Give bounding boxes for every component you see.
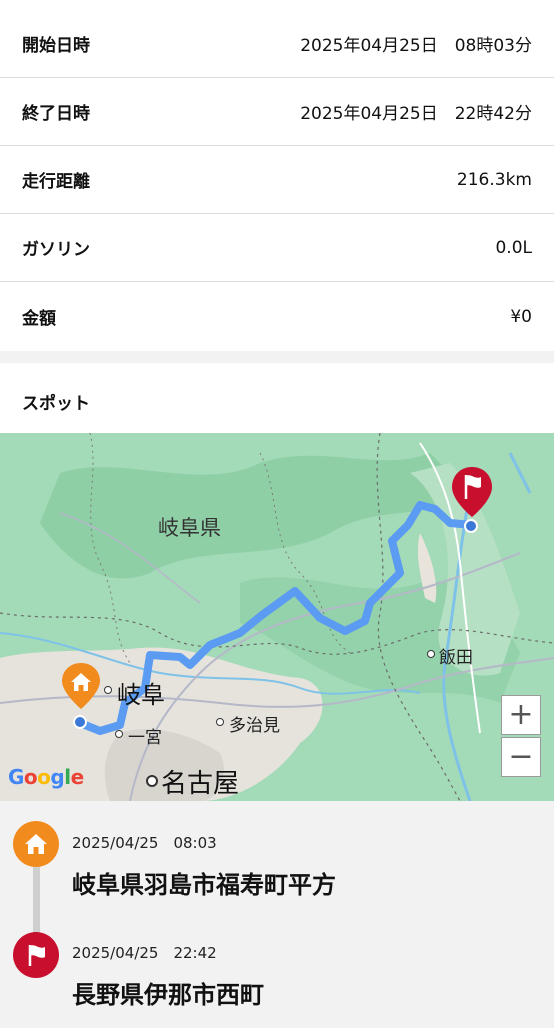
info-label: 終了日時 [22,104,90,124]
city-dot-icon [427,650,435,658]
map-label-gifu-city: 岐阜 [117,681,165,709]
city-dot-icon [146,775,158,787]
map-label-tajimi: 多治見 [229,716,280,736]
route-map[interactable]: 岐阜県 岐阜 一宮 多治見 名古屋 飯田 + − Google [0,433,554,801]
spot-timeline: 2025/04/25 08:03 岐阜県羽島市福寿町平方 2025/04/25 … [0,801,554,1028]
info-label: ガソリン [22,240,90,260]
info-row-amount: 金額 ¥0 [0,282,554,351]
map-label-ichinomiya: 一宮 [128,728,162,748]
timeline-date: 2025/04/25 22:42 [72,944,217,962]
map-label-gifu-prefecture: 岐阜県 [158,516,221,540]
city-dot-icon [104,686,112,694]
timeline-address: 長野県伊那市西町 [72,981,264,1009]
timeline-home-icon [13,821,59,867]
info-row-distance: 走行距離 216.3km [0,146,554,214]
spot-section-title: スポット [22,393,90,414]
info-row-gasoline: ガソリン 0.0L [0,214,554,282]
info-row-end-time: 終了日時 2025年04月25日 22時42分 [0,78,554,146]
info-value: 0.0L [495,237,532,258]
route-end-point [464,519,478,533]
info-label: 走行距離 [22,172,90,192]
info-row-start-time: 開始日時 2025年04月25日 08時03分 [0,0,554,78]
info-value: 2025年04月25日 22時42分 [300,104,532,124]
info-label: 金額 [22,309,56,329]
city-dot-icon [216,718,224,726]
timeline-flag-icon [13,932,59,978]
timeline-date: 2025/04/25 08:03 [72,834,217,852]
section-divider [0,351,554,363]
start-home-marker-icon[interactable] [60,661,102,721]
zoom-out-button[interactable]: − [501,737,541,777]
trip-info: 開始日時 2025年04月25日 08時03分 終了日時 2025年04月25日… [0,0,554,351]
info-value: 216.3km [456,169,532,190]
info-label: 開始日時 [22,36,90,56]
map-label-nagoya: 名古屋 [161,769,240,799]
city-dot-icon [115,730,123,738]
zoom-in-button[interactable]: + [501,695,541,735]
route-start-point [73,715,87,729]
timeline-address: 岐阜県羽島市福寿町平方 [72,871,336,899]
spot-section-header: スポット [0,363,554,433]
info-value: ¥0 [510,306,532,327]
map-label-iida: 飯田 [439,648,473,668]
google-logo: Google [8,765,84,789]
info-value: 2025年04月25日 08時03分 [300,36,532,56]
